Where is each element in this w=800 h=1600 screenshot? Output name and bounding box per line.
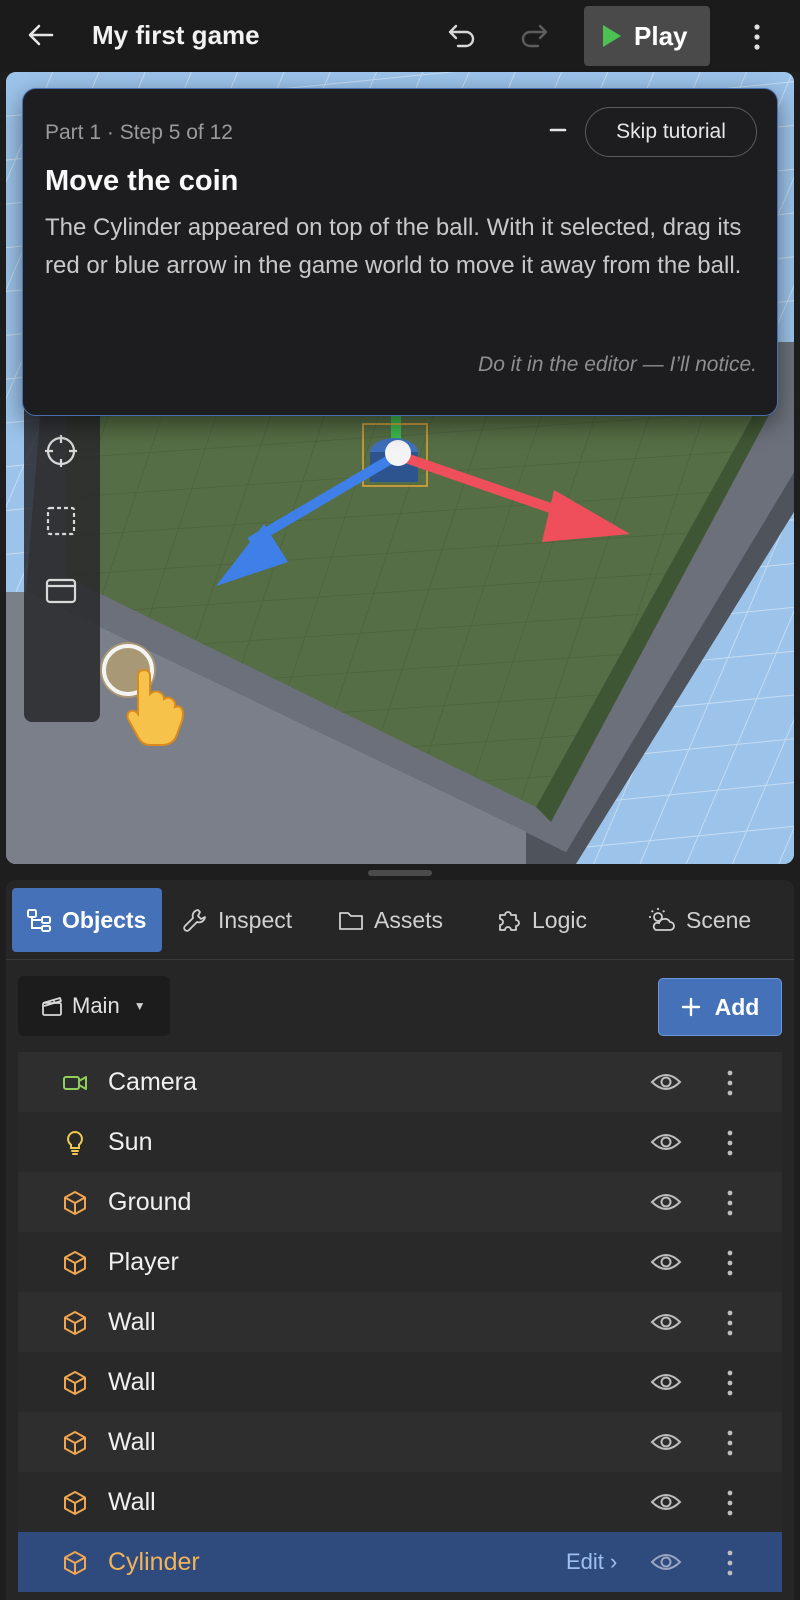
play-button[interactable]: Play xyxy=(584,6,710,66)
object-name: Camera xyxy=(108,1068,197,1096)
tutorial-body: The Cylinder appeared on top of the ball… xyxy=(45,214,742,279)
puzzle-icon xyxy=(499,911,520,931)
redo-icon[interactable] xyxy=(518,20,550,52)
back-arrow-icon[interactable] xyxy=(26,20,56,50)
tutorial-step: Part 1 · Step 5 of 12 xyxy=(45,121,233,144)
tab-label: Objects xyxy=(62,906,147,933)
cube-icon xyxy=(64,1491,86,1515)
tab-logic[interactable]: Logic xyxy=(482,888,601,952)
cube-icon xyxy=(64,1311,86,1335)
object-name: Ground xyxy=(108,1188,192,1216)
row-menu-icon[interactable] xyxy=(718,1128,742,1158)
visibility-eye-icon[interactable] xyxy=(650,1428,682,1456)
tab-scene[interactable]: Scene xyxy=(634,888,765,952)
select-region-icon[interactable] xyxy=(42,502,80,540)
tap-hint-hand-icon xyxy=(100,642,184,746)
bottom-panel: Objects Inspect Assets Logic Scene Main … xyxy=(6,880,794,1600)
caret-down-icon: ▼ xyxy=(133,999,146,1013)
row-menu-icon[interactable] xyxy=(718,1428,742,1458)
row-menu-icon[interactable] xyxy=(718,1248,742,1278)
visibility-eye-icon[interactable] xyxy=(650,1488,682,1516)
wrench-icon xyxy=(183,909,206,932)
visibility-eye-icon[interactable] xyxy=(650,1128,682,1156)
weather-icon xyxy=(649,908,675,931)
tutorial-card: Part 1 · Step 5 of 12 Skip tutorial Move… xyxy=(22,88,778,416)
scene-selector[interactable]: Main ▼ xyxy=(18,976,170,1036)
window-frame-icon[interactable] xyxy=(42,572,80,610)
object-name: Wall xyxy=(108,1368,156,1396)
crosshair-icon[interactable] xyxy=(42,432,80,470)
project-title: My first game xyxy=(92,20,260,50)
camera-icon xyxy=(63,1076,87,1090)
object-name: Wall xyxy=(108,1428,156,1456)
undo-icon[interactable] xyxy=(446,20,478,52)
visibility-eye-icon[interactable] xyxy=(650,1548,682,1576)
list-item-camera[interactable]: Camera xyxy=(18,1052,782,1112)
tutorial-heading: Move the coin xyxy=(45,165,239,197)
cube-icon xyxy=(64,1191,86,1215)
hierarchy-icon xyxy=(27,909,51,932)
play-icon xyxy=(603,25,621,47)
object-name: Cylinder xyxy=(108,1548,200,1576)
row-menu-icon[interactable] xyxy=(718,1368,742,1398)
visibility-eye-icon[interactable] xyxy=(650,1188,682,1216)
edit-link[interactable]: Edit › xyxy=(566,1549,617,1575)
row-menu-icon[interactable] xyxy=(718,1308,742,1338)
row-menu-icon[interactable] xyxy=(718,1188,742,1218)
list-item-cylinder[interactable]: Cylinder Edit › xyxy=(18,1532,782,1592)
play-label: Play xyxy=(634,20,688,51)
list-item-sun[interactable]: Sun xyxy=(18,1112,782,1172)
list-item-wall[interactable]: Wall xyxy=(18,1292,782,1352)
panel-resize-handle[interactable] xyxy=(368,870,432,876)
list-item-player[interactable]: Player xyxy=(18,1232,782,1292)
cube-icon xyxy=(64,1551,86,1575)
panel-tabs: Objects Inspect Assets Logic Scene xyxy=(6,880,794,960)
cube-icon xyxy=(64,1371,86,1395)
tab-assets[interactable]: Assets xyxy=(324,888,457,952)
visibility-eye-icon[interactable] xyxy=(650,1248,682,1276)
lightbulb-icon xyxy=(67,1130,83,1155)
row-menu-icon[interactable] xyxy=(718,1488,742,1518)
object-name: Wall xyxy=(108,1308,156,1336)
add-object-button[interactable]: Add xyxy=(658,978,782,1036)
add-label: Add xyxy=(714,993,760,1020)
tab-label: Scene xyxy=(686,906,752,933)
list-item-wall[interactable]: Wall xyxy=(18,1472,782,1532)
tab-label: Inspect xyxy=(218,906,293,933)
object-name: Sun xyxy=(108,1128,153,1156)
top-bar: My first game Play xyxy=(0,0,800,72)
tab-objects[interactable]: Objects xyxy=(12,888,162,952)
object-list: Camera Sun Ground Player Wall Wall Wall … xyxy=(18,1052,782,1592)
tab-label: Logic xyxy=(532,906,587,933)
list-item-wall[interactable]: Wall xyxy=(18,1412,782,1472)
visibility-eye-icon[interactable] xyxy=(650,1368,682,1396)
clapperboard-icon xyxy=(42,997,62,1016)
tab-inspect[interactable]: Inspect xyxy=(168,888,306,952)
row-menu-icon[interactable] xyxy=(718,1548,742,1578)
cube-icon xyxy=(64,1431,86,1455)
tutorial-hint: Do it in the editor — I’ll notice. xyxy=(478,353,757,376)
skip-tutorial-button[interactable]: Skip tutorial xyxy=(585,107,757,157)
minimize-icon[interactable] xyxy=(541,113,575,147)
scene-selector-value: Main xyxy=(72,993,120,1018)
cube-icon xyxy=(64,1251,86,1275)
more-options-icon[interactable] xyxy=(744,22,770,52)
plus-icon xyxy=(681,997,700,1017)
tab-label: Assets xyxy=(374,906,444,933)
list-item-ground[interactable]: Ground xyxy=(18,1172,782,1232)
folder-icon xyxy=(339,912,363,930)
row-menu-icon[interactable] xyxy=(718,1068,742,1098)
visibility-eye-icon[interactable] xyxy=(650,1068,682,1096)
object-name: Player xyxy=(108,1248,179,1276)
list-item-wall[interactable]: Wall xyxy=(18,1352,782,1412)
object-name: Wall xyxy=(108,1488,156,1516)
visibility-eye-icon[interactable] xyxy=(650,1308,682,1336)
